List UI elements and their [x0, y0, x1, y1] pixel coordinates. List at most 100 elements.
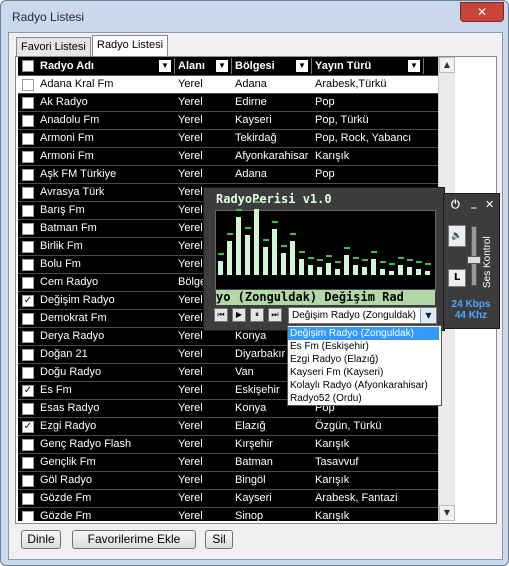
- select-all-checkbox[interactable]: [22, 60, 34, 72]
- chevron-down-icon[interactable]: ▼: [408, 60, 420, 72]
- table-row[interactable]: Aşk FM Türkiye Yerel Adana Pop: [18, 166, 438, 184]
- cell-genre: Karışık: [315, 438, 350, 450]
- volume-slider-thumb[interactable]: [467, 256, 481, 264]
- volume-label: Ses Kontrol: [482, 236, 493, 288]
- add-favorites-button[interactable]: Favorilerime Ekle: [72, 530, 196, 549]
- row-checkbox[interactable]: [22, 79, 34, 91]
- table-row[interactable]: Armoni Fm Yerel Tekirdağ Pop, Rock, Yabancı: [18, 130, 438, 148]
- column-header-genre[interactable]: Yayın Türü ▼: [312, 58, 424, 74]
- column-header-name[interactable]: Radyo Adı ▼: [37, 58, 175, 74]
- cell-genre: Pop, Rock, Yabancı: [315, 132, 412, 144]
- listen-button[interactable]: Dinle: [21, 530, 61, 549]
- column-header-region[interactable]: Bölgesi ▼: [232, 58, 312, 74]
- spectrum-peak: [290, 233, 296, 235]
- table-row[interactable]: Anadolu Fm Yerel Kayseri Pop, Türkü: [18, 112, 438, 130]
- row-checkbox[interactable]: [22, 475, 34, 487]
- chevron-down-icon[interactable]: ▼: [216, 60, 228, 72]
- tab-favorites[interactable]: Favori Listesi: [16, 37, 91, 56]
- table-row[interactable]: Göl Radyo Yerel Bingöl Karışık: [18, 472, 438, 490]
- spectrum-bar: [371, 259, 376, 275]
- spectrum-bar: [263, 247, 268, 275]
- table-row[interactable]: Genç Radyo Flash Yerel Kırşehir Karışık: [18, 436, 438, 454]
- row-checkbox[interactable]: [22, 403, 34, 415]
- row-checkbox[interactable]: [22, 259, 34, 271]
- row-checkbox[interactable]: [22, 367, 34, 379]
- column-header-area[interactable]: Alanı ▼: [175, 58, 232, 74]
- row-checkbox[interactable]: [22, 277, 34, 289]
- chevron-down-icon[interactable]: ▼: [296, 60, 308, 72]
- spectrum-bar: [335, 269, 340, 275]
- close-icon[interactable]: ✕: [485, 198, 494, 211]
- scroll-down-arrow-icon[interactable]: ▼: [439, 505, 455, 521]
- power-icon[interactable]: ⏻: [451, 198, 460, 212]
- cell-genre: Pop: [315, 96, 335, 108]
- row-checkbox[interactable]: [22, 151, 34, 163]
- speaker-icon[interactable]: 🔈: [448, 225, 466, 247]
- chevron-down-icon[interactable]: ▼: [159, 60, 171, 72]
- table-row[interactable]: ✓ Ezgi Radyo Yerel Elazığ Özgün, Türkü: [18, 418, 438, 436]
- cell-region: Kayseri: [235, 492, 272, 504]
- cell-area: Yerel: [178, 420, 203, 432]
- row-checkbox[interactable]: [22, 457, 34, 469]
- title-bar[interactable]: Radyo Listesi ✕: [1, 1, 508, 31]
- spectrum-peak: [371, 251, 377, 253]
- volume-side-panel: ⏻ _ ✕ 🔈 Ses Kontrol L 24 Kbps 44 Khz: [443, 193, 500, 329]
- row-checkbox[interactable]: [22, 331, 34, 343]
- row-checkbox[interactable]: [22, 223, 34, 235]
- scroll-up-arrow-icon[interactable]: ▲: [439, 57, 455, 73]
- dropdown-item[interactable]: Es Fm (Eskişehir): [288, 340, 439, 353]
- lock-button[interactable]: L: [448, 269, 466, 287]
- row-checkbox[interactable]: [22, 439, 34, 451]
- cell-region: Afyonkarahisar: [235, 150, 309, 162]
- row-checkbox[interactable]: [22, 349, 34, 361]
- table-row[interactable]: Adana Kral Fm Yerel Adana Arabesk,Türkü: [18, 76, 438, 94]
- spectrum-peak: [335, 261, 341, 263]
- close-button[interactable]: ✕: [460, 2, 504, 22]
- spectrum-peak: [281, 245, 287, 247]
- table-row[interactable]: Gözde Fm Yerel Kayseri Arabesk, Fantazi: [18, 490, 438, 508]
- table-row[interactable]: Gençlik Fm Yerel Batman Tasavvuf: [18, 454, 438, 472]
- next-icon[interactable]: ⏭: [268, 308, 282, 322]
- dropdown-item[interactable]: Ezgi Radyo (Elazığ): [288, 353, 439, 366]
- row-checkbox[interactable]: [22, 169, 34, 181]
- spectrum-bar: [398, 265, 403, 275]
- cell-name: Gözde Fm: [40, 492, 92, 504]
- spectrum-peak: [353, 257, 359, 259]
- table-row[interactable]: Gözde Fm Yerel Sinop Karışık: [18, 508, 438, 521]
- row-checkbox[interactable]: ✓: [22, 295, 34, 307]
- row-checkbox[interactable]: [22, 511, 34, 521]
- cell-area: Yerel: [178, 366, 203, 378]
- row-checkbox[interactable]: [22, 187, 34, 199]
- dropdown-item[interactable]: Radyo52 (Ordu): [288, 392, 439, 405]
- row-checkbox[interactable]: ✓: [22, 421, 34, 433]
- spectrum-bar: [362, 267, 367, 275]
- cell-area: Yerel: [178, 78, 203, 90]
- cell-genre: Karışık: [315, 510, 350, 521]
- chevron-down-icon[interactable]: ▼: [420, 308, 436, 323]
- play-icon[interactable]: ▶: [232, 308, 246, 322]
- delete-button[interactable]: Sil: [205, 530, 233, 549]
- spectrum-bar: [290, 241, 295, 275]
- dropdown-item[interactable]: Kayseri Fm (Kayseri): [288, 366, 439, 379]
- dropdown-item[interactable]: Kolaylı Radyo (Afyonkarahisar): [288, 379, 439, 392]
- row-checkbox[interactable]: [22, 493, 34, 505]
- row-checkbox[interactable]: [22, 115, 34, 127]
- previous-icon[interactable]: ⏮: [214, 308, 228, 322]
- dropdown-item[interactable]: Değişim Radyo (Zonguldak): [288, 327, 439, 340]
- row-checkbox[interactable]: [22, 133, 34, 145]
- cell-region: Sinop: [235, 510, 264, 521]
- cell-region: Batman: [235, 456, 273, 468]
- row-checkbox[interactable]: [22, 241, 34, 253]
- station-select[interactable]: Değişim Radyo (Zonguldak) ▼: [288, 307, 437, 324]
- table-row[interactable]: Ak Radyo Yerel Edirne Pop: [18, 94, 438, 112]
- row-checkbox[interactable]: [22, 97, 34, 109]
- cell-name: Avrasya Türk: [40, 186, 105, 198]
- table-row[interactable]: Armoni Fm Yerel Afyonkarahisar Karışık: [18, 148, 438, 166]
- minimize-icon[interactable]: _: [471, 196, 477, 209]
- row-checkbox[interactable]: [22, 205, 34, 217]
- tab-radio-list[interactable]: Radyo Listesi: [92, 35, 169, 57]
- row-checkbox[interactable]: [22, 313, 34, 325]
- player-title[interactable]: RadyoPerisi v1.0: [216, 192, 332, 206]
- pause-icon[interactable]: ⏸: [250, 308, 264, 322]
- row-checkbox[interactable]: ✓: [22, 385, 34, 397]
